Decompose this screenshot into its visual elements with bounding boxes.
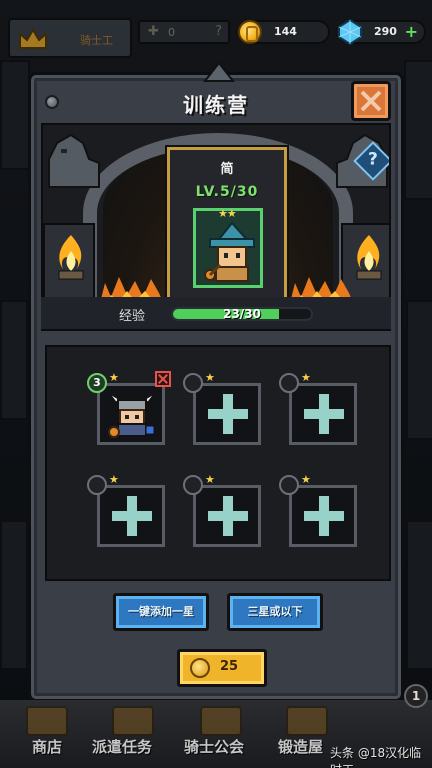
watermark: 头条 @18汉化临时工 [330, 746, 422, 768]
gold-value: 144 [274, 25, 297, 38]
slot-frame [193, 485, 261, 547]
dispatch-icon [112, 706, 154, 736]
training-slot-5[interactable]: ★ [183, 473, 261, 547]
character-name: 简 [220, 162, 234, 177]
notification-badge[interactable]: 1 [404, 684, 428, 708]
add-one-star-button[interactable]: 一键添加一星 [113, 593, 209, 631]
knight-portrait-icon [108, 393, 155, 438]
slot-frame [97, 383, 165, 445]
gargoyle-left-icon [48, 133, 100, 188]
top-hud: 骑士工 ✚ 0 ? 144 290 + [0, 0, 432, 62]
nav-guild[interactable]: 骑士公会 [184, 736, 244, 757]
slot-star-icon: ★ [205, 473, 215, 486]
add-gems-button[interactable]: + [405, 22, 418, 41]
slot-star-icon: ★ [301, 473, 311, 486]
character-portrait-frame: ★★ [193, 207, 263, 288]
experience-row: 经验 23/30 [41, 297, 391, 329]
training-slots: 3 ★ ★ ★ ★ ★ ★ [45, 345, 391, 581]
add-slot-icon [304, 496, 344, 536]
nav-forge[interactable]: 锻造屋 [278, 736, 323, 757]
slot-frame [97, 485, 165, 547]
quest-help-icon: ? [215, 24, 222, 39]
shop-icon [26, 706, 68, 736]
coin-icon [190, 658, 210, 678]
slot-star-icon: ★ [205, 371, 215, 384]
help-icon: ? [368, 149, 378, 170]
add-slot-icon [208, 496, 248, 536]
remove-slot-icon[interactable] [155, 371, 171, 387]
quest-counter[interactable]: ✚ 0 ? [138, 20, 230, 44]
slot-level-circle [87, 475, 107, 495]
train-cost-value: 25 [220, 659, 239, 674]
guild-name: 骑士工 [80, 34, 113, 47]
training-slot-1[interactable]: 3 ★ [87, 371, 171, 445]
training-slot-6[interactable]: ★ [279, 473, 357, 547]
panel-title: 训练营 [183, 93, 249, 117]
slot-level-circle [183, 475, 203, 495]
wizard-portrait-icon [204, 221, 255, 282]
quest-cross-icon: ✚ [148, 24, 159, 39]
quest-value: 0 [168, 26, 175, 39]
add-slot-icon [208, 394, 248, 434]
torch-left-icon [58, 235, 84, 280]
slot-level-badge: 3 [87, 373, 107, 393]
panel-ornament-icon [203, 61, 235, 82]
slot-star-icon: ★ [301, 371, 311, 384]
training-camp-panel: 训练营 简 LV.5/30 ★★ ? 经验 23/30 3 ★ ★ ★ ★ ★ … [28, 61, 404, 702]
experience-bar: 23/30 [171, 307, 313, 321]
add-slot-icon [304, 394, 344, 434]
slot-level-circle [279, 475, 299, 495]
slot-level-circle [183, 373, 203, 393]
train-cost-button[interactable]: 25 [177, 649, 267, 687]
nav-shop[interactable]: 商店 [32, 736, 62, 757]
three-star-or-below-button[interactable]: 三星或以下 [227, 593, 323, 631]
add-slot-icon [112, 496, 152, 536]
gem-value: 290 [374, 25, 397, 38]
forge-icon [286, 706, 328, 736]
close-button[interactable] [351, 81, 391, 121]
gem-counter: 290 + [338, 19, 426, 45]
crown-icon [19, 28, 47, 49]
character-level: LV.5/30 [195, 184, 259, 200]
slot-frame [193, 383, 261, 445]
guild-icon [200, 706, 242, 736]
training-slot-3[interactable]: ★ [279, 371, 357, 445]
slot-frame [289, 383, 357, 445]
guild-badge[interactable]: 骑士工 [8, 18, 132, 58]
nav-dispatch[interactable]: 派遣任务 [92, 736, 152, 757]
slot-frame [289, 485, 357, 547]
coin-icon [238, 20, 262, 44]
training-slot-2[interactable]: ★ [183, 371, 261, 445]
gold-counter: 144 [238, 20, 330, 44]
experience-label: 经验 [119, 309, 146, 324]
slot-star-icon: ★ [109, 371, 119, 384]
gem-icon [338, 19, 362, 45]
slot-level-circle [279, 373, 299, 393]
experience-text: 23/30 [223, 307, 261, 321]
close-icon [360, 90, 382, 112]
character-stars: ★★ [218, 207, 237, 220]
slot-star-icon: ★ [109, 473, 119, 486]
training-slot-4[interactable]: ★ [87, 473, 165, 547]
